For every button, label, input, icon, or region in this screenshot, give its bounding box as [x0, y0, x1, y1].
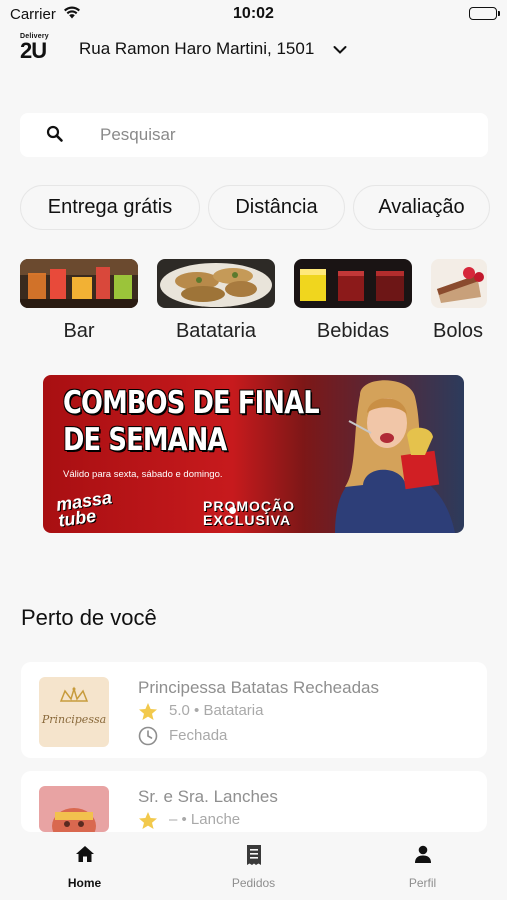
category-image [20, 259, 138, 308]
home-icon [75, 844, 95, 869]
category-batataria[interactable]: Batataria [157, 259, 275, 342]
star-icon [138, 811, 158, 832]
app-logo[interactable]: Delivery 2U [20, 33, 52, 65]
brand-logo: massa tube [55, 487, 115, 531]
promo-banner[interactable]: COMBOS DE FINAL DE SEMANA Válido para se… [43, 375, 464, 533]
restaurant-meta: – • Lanche [169, 811, 241, 828]
category-image [294, 259, 412, 308]
restaurant-status: Fechada [169, 727, 228, 744]
promo-headline-line1: COMBOS DE FINAL [63, 385, 320, 421]
restaurant-meta: 5.0 • Batataria [169, 702, 264, 719]
tab-bar: Home Pedidos Perfil [0, 832, 507, 900]
tab-orders[interactable]: Pedidos [169, 832, 338, 900]
promo-headline-line2: DE SEMANA [63, 422, 227, 458]
promo-label-line2: EXCLUSIVA [203, 512, 292, 528]
promo-headline: COMBOS DE FINAL DE SEMANA [63, 385, 320, 459]
restaurant-logo [39, 786, 109, 832]
person-icon [413, 844, 433, 869]
tab-label: Perfil [408, 876, 437, 890]
category-label: Bebidas [316, 320, 390, 342]
filter-chip-distance[interactable]: Distância [208, 185, 345, 230]
category-label: Bar [63, 320, 95, 342]
clock-icon [138, 726, 158, 751]
chevron-down-icon[interactable] [333, 42, 347, 60]
carousel-indicator [229, 507, 236, 514]
search-input[interactable] [100, 113, 460, 157]
search-bar[interactable] [20, 113, 488, 157]
promo-subtitle: Válido para sexta, sábado e domingo. [63, 469, 223, 480]
category-label: Batataria [175, 320, 257, 342]
promo-person-image [335, 380, 455, 533]
filter-chip-rating[interactable]: Avaliação [353, 185, 490, 230]
category-bolos[interactable]: Bolos [431, 259, 487, 342]
restaurant-logo: Principessa [39, 677, 109, 747]
category-label: Bolos [432, 320, 484, 342]
category-bebidas[interactable]: Bebidas [294, 259, 412, 342]
restaurant-card[interactable]: Sr. e Sra. Lanches – • Lanche [21, 771, 487, 832]
restaurant-name: Principessa Batatas Recheadas [138, 678, 379, 697]
restaurant-logo-text: Principessa [41, 713, 106, 726]
star-icon [138, 702, 158, 726]
delivery-address[interactable]: Rua Ramon Haro Martini, 1501 [79, 39, 314, 59]
section-title-nearby: Perto de você [21, 605, 157, 630]
category-bar[interactable]: Bar [20, 259, 138, 342]
brand-logo-line2: tube [56, 505, 98, 531]
clock-time: 10:02 [233, 5, 274, 22]
tab-home[interactable]: Home [0, 832, 169, 900]
receipt-icon [244, 844, 264, 871]
category-image [157, 259, 275, 308]
status-bar: Carrier 10:02 [0, 0, 507, 28]
filter-chip-free-delivery[interactable]: Entrega grátis [20, 185, 200, 230]
tab-label: Pedidos [231, 876, 276, 890]
tab-profile[interactable]: Perfil [338, 832, 507, 900]
promo-label: PROMOÇÃO EXCLUSIVA [203, 499, 295, 527]
restaurant-name: Sr. e Sra. Lanches [138, 787, 278, 806]
search-icon [46, 125, 64, 148]
category-image [431, 259, 487, 308]
battery-icon [469, 7, 500, 20]
tab-label: Home [67, 876, 102, 890]
restaurant-card[interactable]: Principessa Principessa Batatas Recheada… [21, 662, 487, 758]
logo-big-text: 2U [20, 38, 47, 63]
